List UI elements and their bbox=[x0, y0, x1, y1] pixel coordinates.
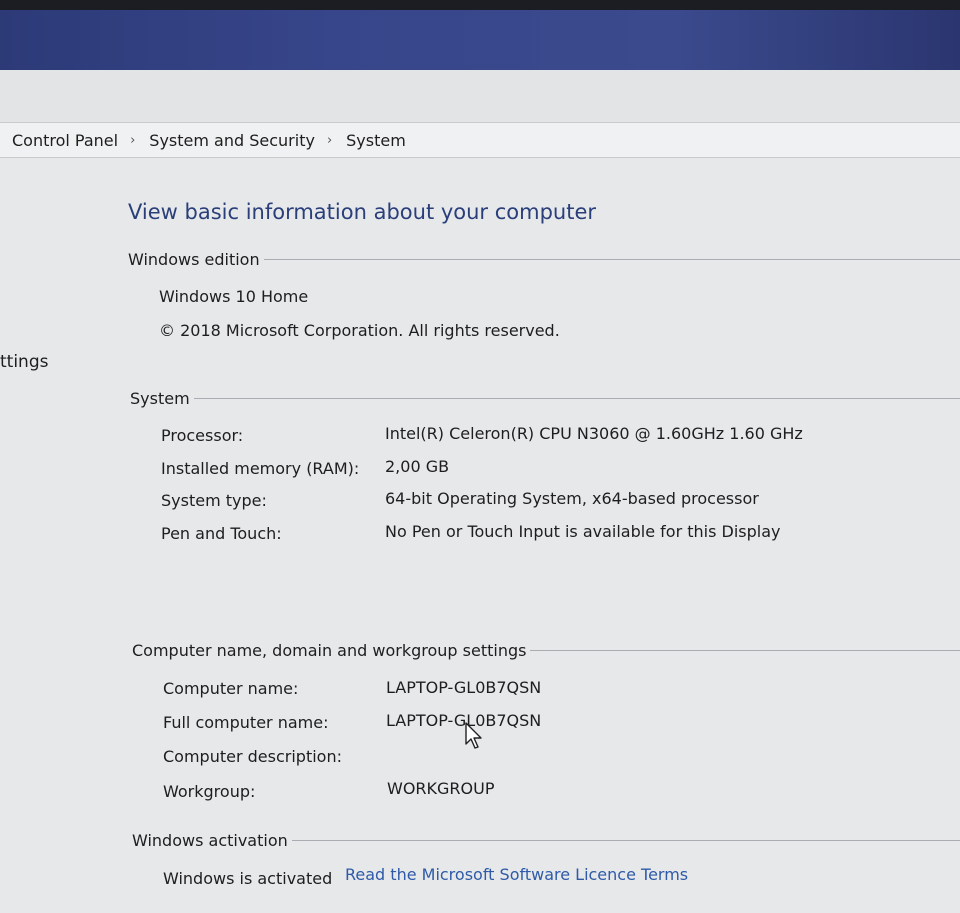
processor-value: Intel(R) Celeron(R) CPU N3060 @ 1.60GHz … bbox=[385, 424, 803, 443]
section-divider bbox=[263, 259, 960, 260]
computer-name-label: Computer name: bbox=[163, 679, 299, 698]
section-divider bbox=[291, 840, 960, 841]
mouse-cursor-icon bbox=[465, 722, 482, 749]
processor-label: Processor: bbox=[161, 426, 244, 445]
ram-value: 2,00 GB bbox=[385, 457, 450, 476]
title-bar bbox=[0, 10, 960, 70]
activation-status: Windows is activated bbox=[163, 869, 333, 888]
left-panel-settings-link[interactable]: ttings bbox=[0, 352, 48, 372]
computer-description-label: Computer description: bbox=[163, 747, 342, 766]
window-top-frame bbox=[0, 0, 960, 10]
breadcrumb-system[interactable]: System bbox=[346, 131, 406, 150]
computer-name-heading-text: Computer name, domain and workgroup sett… bbox=[132, 641, 527, 660]
chevron-right-icon[interactable]: › bbox=[130, 133, 135, 148]
system-type-label: System type: bbox=[161, 491, 267, 510]
breadcrumb[interactable]: Control Panel › System and Security › Sy… bbox=[0, 122, 960, 158]
system-heading: System bbox=[130, 389, 960, 408]
workgroup-value: WORKGROUP bbox=[387, 779, 495, 798]
workgroup-label: Workgroup: bbox=[163, 782, 256, 801]
section-divider bbox=[193, 398, 960, 399]
windows-edition-heading-text: Windows edition bbox=[128, 250, 260, 269]
breadcrumb-system-and-security[interactable]: System and Security bbox=[149, 131, 315, 150]
computer-name-value: LAPTOP-GL0B7QSN bbox=[386, 678, 542, 697]
licence-terms-link[interactable]: Read the Microsoft Software Licence Term… bbox=[345, 865, 688, 884]
windows-activation-heading-text: Windows activation bbox=[132, 831, 288, 850]
section-divider bbox=[530, 650, 960, 651]
breadcrumb-control-panel[interactable]: Control Panel bbox=[12, 131, 118, 150]
computer-name-heading: Computer name, domain and workgroup sett… bbox=[132, 641, 960, 660]
toolbar bbox=[0, 70, 960, 122]
ram-label: Installed memory (RAM): bbox=[161, 459, 360, 478]
chevron-right-icon[interactable]: › bbox=[327, 133, 332, 148]
page-title: View basic information about your comput… bbox=[128, 200, 597, 224]
pen-touch-label: Pen and Touch: bbox=[161, 524, 282, 543]
system-heading-text: System bbox=[130, 389, 190, 408]
windows-edition-heading: Windows edition bbox=[128, 250, 960, 269]
full-computer-name-label: Full computer name: bbox=[163, 713, 329, 732]
pen-touch-value: No Pen or Touch Input is available for t… bbox=[385, 522, 781, 541]
windows-edition-name: Windows 10 Home bbox=[159, 287, 309, 306]
windows-activation-heading: Windows activation bbox=[132, 831, 960, 850]
system-type-value: 64-bit Operating System, x64-based proce… bbox=[385, 489, 759, 508]
copyright-text: © 2018 Microsoft Corporation. All rights… bbox=[159, 321, 560, 340]
